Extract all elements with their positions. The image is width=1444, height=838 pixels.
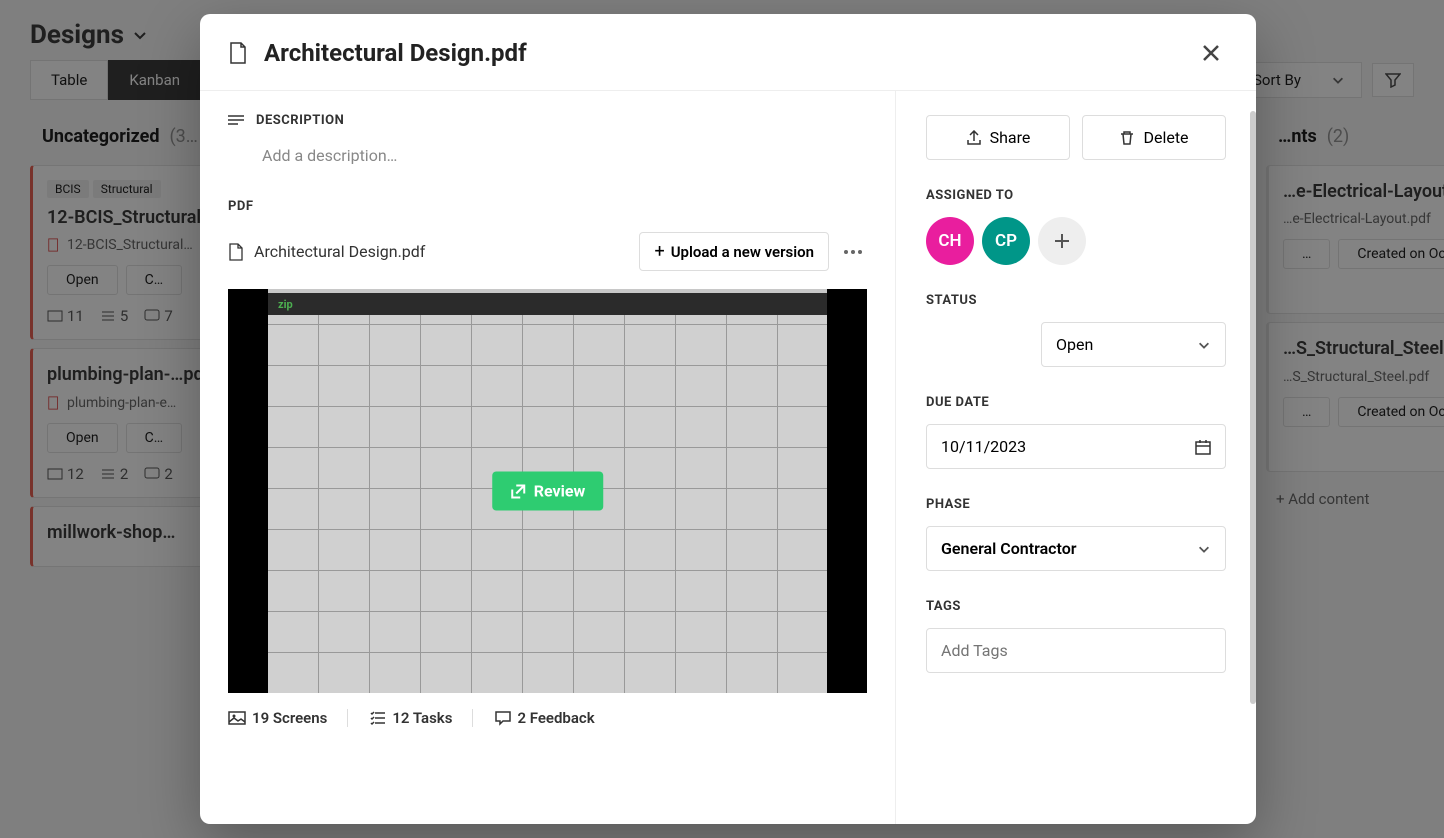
tasks-count[interactable]: 12 Tasks bbox=[370, 709, 473, 727]
pdf-viewer-toolbar: zip bbox=[268, 293, 827, 315]
file-detail-modal: Architectural Design.pdf DESCRIPTION Add… bbox=[200, 14, 1256, 824]
close-icon bbox=[1200, 42, 1222, 64]
assignee-avatar[interactable]: CH bbox=[926, 217, 974, 265]
comment-icon bbox=[495, 710, 511, 726]
trash-icon bbox=[1119, 130, 1135, 146]
plus-icon bbox=[1052, 231, 1072, 251]
pdf-viewer-logo: zip bbox=[278, 298, 293, 311]
assigned-to-label: ASSIGNED TO bbox=[926, 188, 1226, 203]
close-button[interactable] bbox=[1194, 36, 1228, 70]
checklist-icon bbox=[370, 710, 386, 726]
upload-new-version-button[interactable]: + Upload a new version bbox=[639, 232, 829, 271]
pdf-section-label: PDF bbox=[228, 199, 867, 214]
description-input[interactable]: Add a description… bbox=[228, 140, 867, 187]
file-icon bbox=[228, 42, 248, 64]
chevron-down-icon bbox=[1197, 338, 1211, 352]
status-dropdown[interactable]: Open bbox=[1041, 322, 1226, 367]
phase-dropdown[interactable]: General Contractor bbox=[926, 526, 1226, 571]
due-date-label: DUE DATE bbox=[926, 395, 1226, 410]
chevron-down-icon bbox=[1197, 542, 1211, 556]
file-icon bbox=[228, 243, 244, 261]
modal-right-panel: Share Delete ASSIGNED TO CH CP ST bbox=[896, 91, 1256, 824]
image-icon bbox=[228, 710, 246, 726]
calendar-icon bbox=[1195, 439, 1211, 455]
review-button[interactable]: Review bbox=[492, 472, 604, 511]
scrollbar[interactable] bbox=[1250, 111, 1256, 704]
delete-button[interactable]: Delete bbox=[1082, 115, 1226, 160]
phase-label: PHASE bbox=[926, 497, 1226, 512]
status-label: STATUS bbox=[926, 293, 1226, 308]
due-date-input[interactable]: 10/11/2023 bbox=[926, 424, 1226, 469]
external-link-icon bbox=[510, 483, 526, 499]
pdf-preview[interactable]: zip Review bbox=[228, 289, 867, 693]
screens-count[interactable]: 19 Screens bbox=[228, 709, 348, 727]
tags-input[interactable] bbox=[926, 628, 1226, 673]
add-assignee-button[interactable] bbox=[1038, 217, 1086, 265]
assignee-avatar[interactable]: CP bbox=[982, 217, 1030, 265]
description-icon bbox=[228, 114, 244, 128]
tags-label: TAGS bbox=[926, 599, 1226, 614]
description-label: DESCRIPTION bbox=[256, 113, 344, 128]
pdf-filename: Architectural Design.pdf bbox=[228, 242, 425, 261]
feedback-count[interactable]: 2 Feedback bbox=[495, 709, 614, 727]
more-horizontal-icon bbox=[843, 249, 863, 255]
share-button[interactable]: Share bbox=[926, 115, 1070, 160]
share-icon bbox=[966, 130, 982, 146]
modal-title: Architectural Design.pdf bbox=[264, 39, 527, 67]
modal-left-panel: DESCRIPTION Add a description… PDF Archi… bbox=[200, 91, 896, 824]
more-options-button[interactable] bbox=[839, 245, 867, 259]
